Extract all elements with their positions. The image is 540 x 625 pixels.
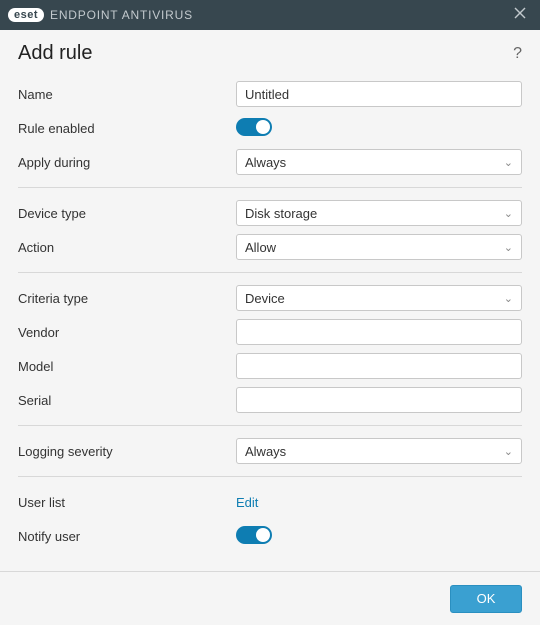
action-label: Action (18, 240, 236, 255)
footer: OK (0, 571, 540, 625)
chevron-down-icon: ⌄ (504, 207, 513, 220)
notify-user-toggle[interactable] (236, 526, 272, 544)
separator (18, 476, 522, 477)
separator (18, 425, 522, 426)
chevron-down-icon: ⌄ (504, 445, 513, 458)
rule-enabled-toggle[interactable] (236, 118, 272, 136)
chevron-down-icon: ⌄ (504, 156, 513, 169)
action-value: Allow (245, 240, 276, 255)
serial-label: Serial (18, 393, 236, 408)
criteria-type-select[interactable]: Device ⌄ (236, 285, 522, 311)
apply-during-label: Apply during (18, 155, 236, 170)
logging-severity-label: Logging severity (18, 444, 236, 459)
device-type-label: Device type (18, 206, 236, 221)
model-label: Model (18, 359, 236, 374)
name-input[interactable] (236, 81, 522, 107)
device-type-select[interactable]: Disk storage ⌄ (236, 200, 522, 226)
rule-enabled-label: Rule enabled (18, 121, 236, 136)
brand-logo: eset ENDPOINT ANTIVIRUS (8, 8, 193, 22)
action-select[interactable]: Allow ⌄ (236, 234, 522, 260)
user-list-edit-link[interactable]: Edit (236, 495, 258, 510)
device-type-value: Disk storage (245, 206, 317, 221)
brand-product-name: ENDPOINT ANTIVIRUS (50, 8, 193, 22)
content-area: Add rule ? Name Rule enabled Apply durin… (0, 30, 540, 551)
vendor-label: Vendor (18, 325, 236, 340)
logging-severity-select[interactable]: Always ⌄ (236, 438, 522, 464)
separator (18, 272, 522, 273)
chevron-down-icon: ⌄ (504, 241, 513, 254)
criteria-type-value: Device (245, 291, 285, 306)
notify-user-label: Notify user (18, 529, 236, 544)
user-list-label: User list (18, 495, 236, 510)
apply-during-value: Always (245, 155, 286, 170)
separator (18, 187, 522, 188)
close-icon[interactable] (510, 6, 530, 24)
titlebar: eset ENDPOINT ANTIVIRUS (0, 0, 540, 30)
vendor-input[interactable] (236, 319, 522, 345)
serial-input[interactable] (236, 387, 522, 413)
criteria-type-label: Criteria type (18, 291, 236, 306)
logging-severity-value: Always (245, 444, 286, 459)
apply-during-select[interactable]: Always ⌄ (236, 149, 522, 175)
chevron-down-icon: ⌄ (504, 292, 513, 305)
model-input[interactable] (236, 353, 522, 379)
ok-button[interactable]: OK (450, 585, 522, 613)
page-header: Add rule ? (18, 42, 522, 65)
brand-logo-text: eset (8, 8, 44, 22)
page-title: Add rule (18, 42, 93, 65)
help-icon[interactable]: ? (513, 45, 522, 63)
name-label: Name (18, 87, 236, 102)
